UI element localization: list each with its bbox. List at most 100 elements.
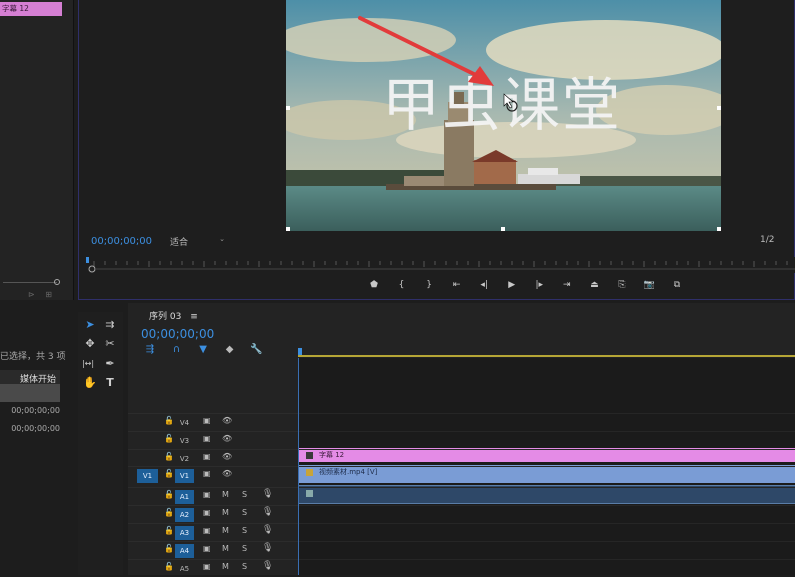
lock-icon[interactable]: 🔓 — [164, 562, 174, 571]
sync-lock-icon[interactable]: ▣ — [203, 416, 211, 425]
sequence-tab[interactable]: 序列 03 ≡ — [149, 309, 198, 322]
sync-lock-icon[interactable]: ▣ — [203, 526, 211, 535]
type-tool-icon[interactable]: T — [102, 376, 118, 390]
eye-icon[interactable]: 👁 — [222, 434, 232, 443]
lock-icon[interactable]: 🔓 — [164, 544, 174, 553]
solo-button[interactable]: S — [242, 562, 247, 571]
eye-icon[interactable]: 👁 — [222, 452, 232, 461]
project-clip-item[interactable]: 字幕 12 — [0, 2, 62, 16]
slip-tool-icon[interactable]: |↔| — [80, 357, 96, 371]
ripple-edit-tool-icon[interactable]: ✥ — [82, 337, 98, 351]
track-lane[interactable] — [299, 449, 795, 467]
transform-handle-left[interactable] — [286, 106, 290, 110]
add-marker-icon[interactable]: ◆ — [222, 344, 238, 355]
lock-icon[interactable]: 🔓 — [164, 490, 174, 499]
mute-button[interactable]: M — [222, 508, 229, 517]
panel-menu-icon[interactable]: ≡ — [190, 312, 198, 322]
project-selected-row[interactable] — [0, 384, 60, 402]
source-patch-v1[interactable]: V1 — [137, 469, 158, 483]
nest-icon[interactable]: ⇶ — [142, 344, 158, 355]
track-target-label[interactable]: A5 — [175, 562, 194, 576]
solo-button[interactable]: S — [242, 508, 247, 517]
go-to-in-icon[interactable]: ⇤ — [448, 280, 466, 290]
video-preview[interactable]: 甲虫课堂 — [286, 0, 721, 231]
microphone-icon[interactable]: 🎙 — [262, 489, 273, 499]
sync-lock-icon[interactable]: ▣ — [203, 452, 211, 461]
pen-tool-icon[interactable]: ✒ — [102, 357, 118, 371]
selection-tool-icon[interactable]: ➤ — [82, 318, 98, 332]
go-to-out-icon[interactable]: ⇥ — [558, 280, 576, 290]
track-lane[interactable] — [299, 559, 795, 577]
solo-button[interactable]: S — [242, 544, 247, 553]
track-target-label[interactable]: A2 — [175, 508, 194, 522]
transform-handle-right[interactable] — [717, 106, 721, 110]
sync-lock-icon[interactable]: ▣ — [203, 469, 211, 478]
track-target-label[interactable]: V3 — [175, 434, 194, 448]
playback-resolution-select[interactable]: 1/2 — [760, 235, 795, 245]
eye-icon[interactable]: 👁 — [222, 469, 232, 478]
track-lane[interactable] — [299, 487, 795, 505]
transform-handle-bottom-left[interactable] — [286, 227, 290, 231]
linked-selection-icon[interactable]: ▼ — [195, 344, 211, 355]
track-lane[interactable] — [299, 523, 795, 541]
extract-icon[interactable]: ⎘ — [613, 280, 631, 290]
snap-icon[interactable]: ∩ — [169, 344, 185, 355]
track-lane[interactable] — [299, 541, 795, 559]
mute-button[interactable]: M — [222, 526, 229, 535]
timeline-ruler[interactable] — [298, 348, 795, 358]
track-lane[interactable] — [299, 466, 795, 484]
track-target-label[interactable]: V1 — [175, 469, 194, 483]
track-target-label[interactable]: A4 — [175, 544, 194, 558]
track-target-label[interactable]: V2 — [175, 452, 194, 466]
track-lane[interactable] — [299, 431, 795, 449]
lift-icon[interactable]: ⏏ — [585, 280, 603, 290]
sync-lock-icon[interactable]: ▣ — [203, 434, 211, 443]
play-icon[interactable]: ▶ — [503, 280, 521, 290]
track-target-label[interactable]: A1 — [175, 490, 194, 504]
transform-handle-bottom[interactable] — [501, 227, 505, 231]
export-frame-icon[interactable]: 📷 — [640, 280, 658, 290]
sync-lock-icon[interactable]: ▣ — [203, 544, 211, 553]
wrench-icon[interactable]: 🔧 — [248, 344, 264, 355]
hand-tool-icon[interactable]: ✋ — [82, 376, 98, 390]
step-forward-icon[interactable]: |▸ — [530, 280, 548, 290]
zoom-fit-select[interactable]: 适合 ⌄ — [170, 235, 225, 248]
overlay-title-text[interactable]: 甲虫课堂 — [382, 58, 622, 142]
track-lane[interactable] — [299, 413, 795, 431]
lock-icon[interactable]: 🔓 — [164, 469, 174, 478]
lock-icon[interactable]: 🔓 — [164, 416, 174, 425]
lock-icon[interactable]: 🔓 — [164, 434, 174, 443]
mute-button[interactable]: M — [222, 544, 229, 553]
sync-lock-icon[interactable]: ▣ — [203, 562, 211, 571]
track-target-label[interactable]: A3 — [175, 526, 194, 540]
sync-lock-icon[interactable]: ▣ — [203, 508, 211, 517]
monitor-time-ruler[interactable] — [86, 257, 795, 273]
track-lane[interactable] — [299, 505, 795, 523]
marker-icon[interactable]: ⬟ — [365, 280, 383, 290]
mark-in-icon[interactable]: { — [393, 280, 411, 290]
lock-icon[interactable]: 🔓 — [164, 508, 174, 517]
lock-icon[interactable]: 🔓 — [164, 452, 174, 461]
transform-handle-bottom-right[interactable] — [717, 227, 721, 231]
media-start-column-header[interactable]: 媒体开始 — [0, 370, 60, 385]
mute-button[interactable]: M — [222, 562, 229, 571]
mute-button[interactable]: M — [222, 490, 229, 499]
step-back-icon[interactable]: ◂| — [475, 280, 493, 290]
lock-icon[interactable]: 🔓 — [164, 526, 174, 535]
microphone-icon[interactable]: 🎙 — [262, 543, 273, 553]
solo-button[interactable]: S — [242, 490, 247, 499]
track-target-label[interactable]: V4 — [175, 416, 194, 430]
mark-out-icon[interactable]: } — [420, 280, 438, 290]
comparison-view-icon[interactable]: ⧉ — [668, 280, 686, 290]
program-timecode[interactable]: 00;00;00;00 — [91, 236, 152, 247]
eye-icon[interactable]: 👁 — [222, 416, 232, 425]
solo-button[interactable]: S — [242, 526, 247, 535]
timeline-timecode[interactable]: 00;00;00;00 — [141, 327, 214, 341]
sync-lock-icon[interactable]: ▣ — [203, 490, 211, 499]
microphone-icon[interactable]: 🎙 — [262, 525, 273, 535]
track-select-tool-icon[interactable]: ⇉ — [102, 318, 118, 332]
zoom-slider[interactable] — [0, 279, 60, 287]
razor-tool-icon[interactable]: ✂ — [102, 337, 118, 351]
microphone-icon[interactable]: 🎙 — [262, 507, 273, 517]
microphone-icon[interactable]: 🎙 — [262, 561, 273, 571]
